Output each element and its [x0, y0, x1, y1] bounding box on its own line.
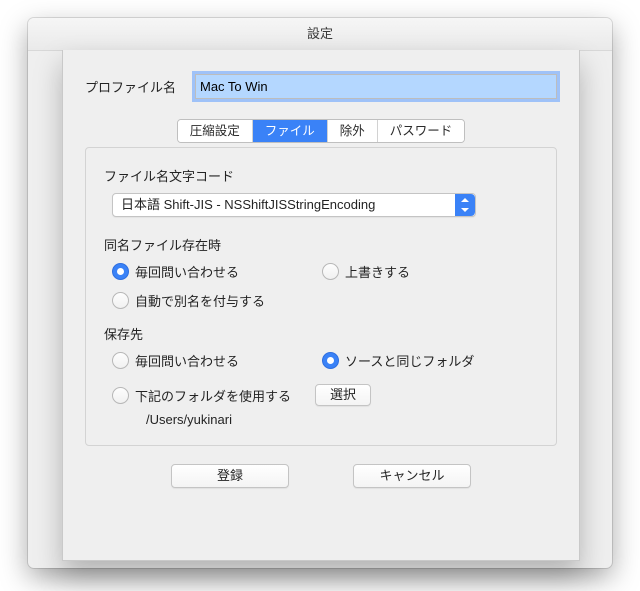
encoding-popup[interactable]: 日本語 Shift-JIS - NSShiftJISStringEncoding	[112, 193, 476, 217]
exist-radio-overwrite-label: 上書きする	[345, 262, 410, 281]
dest-radio-ask-label: 毎回問い合わせる	[135, 351, 239, 370]
dest-radio-same[interactable]: ソースと同じフォルダ	[322, 351, 492, 370]
dest-label: 保存先	[104, 324, 538, 343]
file-pane: ファイル名文字コード 日本語 Shift-JIS - NSShiftJISStr…	[85, 147, 557, 446]
cancel-button[interactable]: キャンセル	[353, 464, 471, 488]
dest-radio-ask[interactable]: 毎回問い合わせる	[112, 351, 282, 370]
settings-sheet: プロファイル名 圧縮設定 ファイル 除外 パスワード ファイル名文字コード 日本…	[62, 50, 580, 561]
dest-choose-button[interactable]: 選択	[315, 384, 371, 406]
radio-dot-icon	[112, 352, 129, 369]
dest-radio-usebelow[interactable]: 下記のフォルダを使用する	[112, 386, 291, 405]
register-button[interactable]: 登録	[171, 464, 289, 488]
exist-radio-ask-label: 毎回問い合わせる	[135, 262, 239, 281]
chevron-up-down-icon	[455, 194, 475, 216]
tab-file[interactable]: ファイル	[253, 120, 328, 142]
tab-bar: 圧縮設定 ファイル 除外 パスワード	[177, 119, 466, 143]
exist-radio-autoalias[interactable]: 自動で別名を付与する	[112, 291, 282, 310]
dest-radio-usebelow-label: 下記のフォルダを使用する	[135, 386, 291, 405]
profile-name-input[interactable]	[195, 74, 557, 99]
exist-radio-overwrite[interactable]: 上書きする	[322, 262, 492, 281]
exist-radio-autoalias-label: 自動で別名を付与する	[135, 291, 265, 310]
exist-radio-ask[interactable]: 毎回問い合わせる	[112, 262, 282, 281]
profile-name-label: プロファイル名	[85, 77, 195, 96]
radio-dot-icon	[322, 352, 339, 369]
radio-dot-icon	[112, 263, 129, 280]
tab-exclude[interactable]: 除外	[328, 120, 378, 142]
dest-path: /Users/yukinari	[146, 412, 538, 427]
radio-dot-icon	[112, 387, 129, 404]
dest-radio-same-label: ソースと同じフォルダ	[345, 351, 474, 370]
tab-compress[interactable]: 圧縮設定	[178, 120, 253, 142]
tab-password[interactable]: パスワード	[378, 120, 465, 142]
window-title: 設定	[28, 18, 612, 51]
exist-label: 同名ファイル存在時	[104, 235, 538, 254]
radio-dot-icon	[322, 263, 339, 280]
encoding-value: 日本語 Shift-JIS - NSShiftJISStringEncoding	[121, 197, 375, 212]
encoding-label: ファイル名文字コード	[104, 166, 538, 185]
radio-dot-icon	[112, 292, 129, 309]
parent-window: 設定 プロファイル名 圧縮設定 ファイル 除外 パスワード ファイル名文字コード…	[28, 18, 612, 568]
